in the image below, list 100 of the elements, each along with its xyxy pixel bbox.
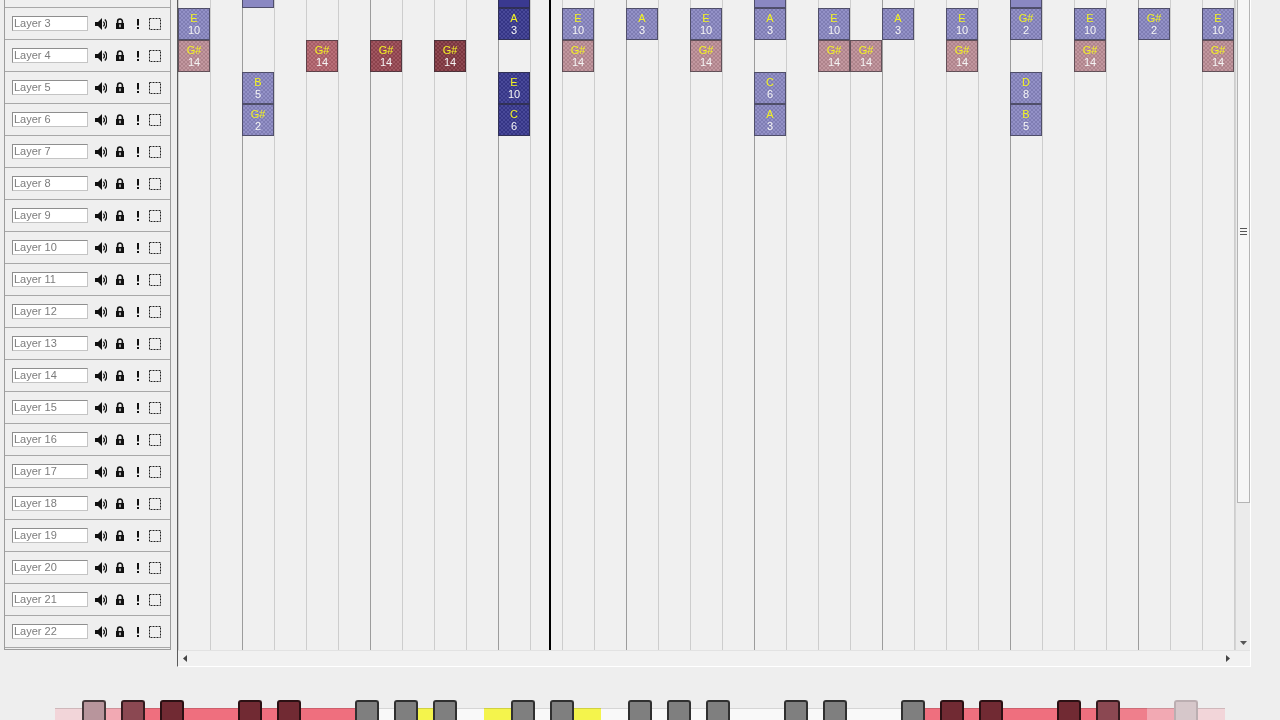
layer-name-field[interactable]: Layer 21 xyxy=(12,592,88,607)
dashed-square-icon[interactable] xyxy=(149,113,161,126)
layer-name-field[interactable]: Layer 18 xyxy=(12,496,88,511)
layer-name-field[interactable]: Layer 9 xyxy=(12,208,88,223)
lock-icon[interactable] xyxy=(116,210,124,221)
dashed-square-icon[interactable] xyxy=(149,497,161,510)
piano-key[interactable] xyxy=(667,700,691,720)
speaker-icon[interactable] xyxy=(95,113,107,126)
lock-icon[interactable] xyxy=(116,498,124,509)
dashed-square-icon[interactable] xyxy=(149,561,161,574)
layer-name-field[interactable]: Layer 4 xyxy=(12,48,88,63)
playhead-line[interactable] xyxy=(549,0,552,650)
lock-icon[interactable] xyxy=(116,402,124,413)
lock-icon[interactable] xyxy=(116,338,124,349)
layer-name-field[interactable]: Layer 14 xyxy=(12,368,88,383)
lock-icon[interactable] xyxy=(116,466,124,477)
scrollbar-thumb[interactable] xyxy=(1236,0,1250,503)
lock-icon[interactable] xyxy=(116,178,124,189)
speaker-icon[interactable] xyxy=(95,17,107,30)
note-number-label: 14 xyxy=(827,56,841,68)
speaker-icon[interactable] xyxy=(95,177,107,190)
speaker-icon[interactable] xyxy=(95,305,107,318)
speaker-icon[interactable] xyxy=(95,529,107,542)
speaker-icon[interactable] xyxy=(95,401,107,414)
speaker-icon[interactable] xyxy=(95,49,107,62)
piano-key[interactable] xyxy=(394,700,418,720)
speaker-icon[interactable] xyxy=(95,241,107,254)
dashed-square-icon[interactable] xyxy=(149,177,161,190)
dashed-square-icon[interactable] xyxy=(149,305,161,318)
dashed-square-icon[interactable] xyxy=(149,529,161,542)
layer-name-field[interactable]: Layer 7 xyxy=(12,144,88,159)
piano-key[interactable] xyxy=(550,700,574,720)
layer-name-field[interactable]: Layer 16 xyxy=(12,432,88,447)
left-arrow-icon[interactable] xyxy=(183,655,187,662)
layer-name-field[interactable]: Layer 22 xyxy=(12,624,88,639)
layer-name-field[interactable]: Layer 15 xyxy=(12,400,88,415)
lock-icon[interactable] xyxy=(116,274,124,285)
lock-icon[interactable] xyxy=(116,594,124,605)
down-arrow-icon[interactable] xyxy=(1239,641,1247,645)
dashed-square-icon[interactable] xyxy=(149,17,161,30)
lock-icon[interactable] xyxy=(116,562,124,573)
layer-name-field[interactable]: Layer 11 xyxy=(12,272,88,287)
speaker-icon[interactable] xyxy=(95,561,107,574)
piano-key[interactable] xyxy=(823,700,847,720)
dashed-square-icon[interactable] xyxy=(149,433,161,446)
dashed-square-icon[interactable] xyxy=(149,337,161,350)
piano-key[interactable] xyxy=(433,700,457,720)
lock-icon[interactable] xyxy=(116,146,124,157)
lock-icon[interactable] xyxy=(116,242,124,253)
layer-name-field[interactable]: Layer 5 xyxy=(12,80,88,95)
piano-key[interactable] xyxy=(784,700,808,720)
dashed-square-icon[interactable] xyxy=(149,465,161,478)
piano-key[interactable] xyxy=(511,700,535,720)
layer-name-field[interactable]: Layer 13 xyxy=(12,336,88,351)
dashed-square-icon[interactable] xyxy=(149,81,161,94)
layer-name-field[interactable]: Layer 6 xyxy=(12,112,88,127)
note-number-label: 10 xyxy=(187,24,201,36)
piano-key[interactable] xyxy=(706,700,730,720)
note-number-label: 3 xyxy=(766,24,774,36)
lock-icon[interactable] xyxy=(116,370,124,381)
piano-key[interactable] xyxy=(901,700,925,720)
layer-name-field[interactable]: Layer 3 xyxy=(12,16,88,31)
lock-icon[interactable] xyxy=(116,306,124,317)
lock-icon[interactable] xyxy=(116,530,124,541)
layer-name-field[interactable]: Layer 20 xyxy=(12,560,88,575)
speaker-icon[interactable] xyxy=(95,81,107,94)
dashed-square-icon[interactable] xyxy=(149,401,161,414)
layer-name-field[interactable]: Layer 10 xyxy=(12,240,88,255)
dashed-square-icon[interactable] xyxy=(149,625,161,638)
dashed-square-icon[interactable] xyxy=(149,241,161,254)
lock-icon[interactable] xyxy=(116,114,124,125)
dashed-square-icon[interactable] xyxy=(149,49,161,62)
piano-key[interactable] xyxy=(628,700,652,720)
speaker-icon[interactable] xyxy=(95,369,107,382)
speaker-icon[interactable] xyxy=(95,145,107,158)
layer-name-field[interactable]: Layer 12 xyxy=(12,304,88,319)
speaker-icon[interactable] xyxy=(95,625,107,638)
piano-key[interactable] xyxy=(82,700,106,720)
dashed-square-icon[interactable] xyxy=(149,145,161,158)
piano-key[interactable] xyxy=(355,700,379,720)
right-arrow-icon[interactable] xyxy=(1226,655,1230,662)
dashed-square-icon[interactable] xyxy=(149,593,161,606)
dashed-square-icon[interactable] xyxy=(149,209,161,222)
speaker-icon[interactable] xyxy=(95,337,107,350)
speaker-icon[interactable] xyxy=(95,497,107,510)
layer-name-field[interactable]: Layer 19 xyxy=(12,528,88,543)
lock-icon[interactable] xyxy=(116,434,124,445)
lock-icon[interactable] xyxy=(116,82,124,93)
layer-name-field[interactable]: Layer 17 xyxy=(12,464,88,479)
lock-icon[interactable] xyxy=(116,626,124,637)
dashed-square-icon[interactable] xyxy=(149,273,161,286)
speaker-icon[interactable] xyxy=(95,593,107,606)
layer-name-field[interactable]: Layer 8 xyxy=(12,176,88,191)
speaker-icon[interactable] xyxy=(95,465,107,478)
speaker-icon[interactable] xyxy=(95,209,107,222)
dashed-square-icon[interactable] xyxy=(149,369,161,382)
speaker-icon[interactable] xyxy=(95,273,107,286)
lock-icon[interactable] xyxy=(116,50,124,61)
speaker-icon[interactable] xyxy=(95,433,107,446)
lock-icon[interactable] xyxy=(116,18,124,29)
